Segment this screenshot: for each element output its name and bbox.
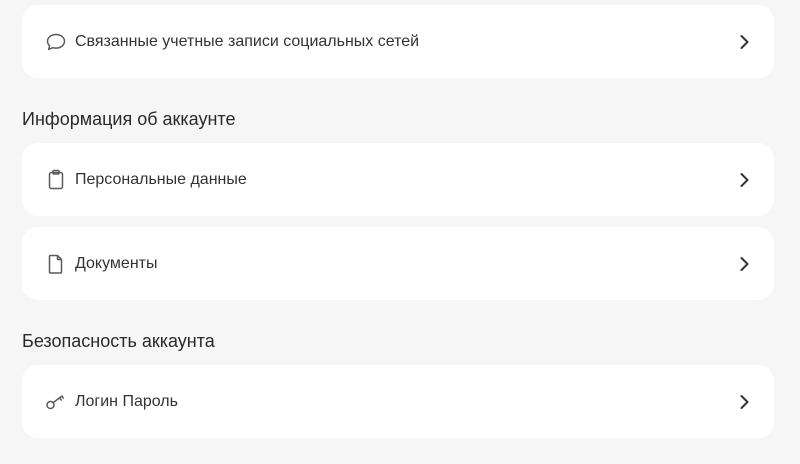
login-password-label: Логин Пароль [75, 392, 178, 410]
chevron-right-icon [736, 256, 752, 272]
document-icon [45, 253, 67, 275]
documents-row[interactable]: Документы [22, 227, 774, 300]
section-title-account-info: Информация об аккаунте [22, 109, 236, 129]
documents-label: Документы [75, 254, 158, 272]
login-password-row[interactable]: Логин Пароль [22, 365, 774, 438]
chevron-right-icon [736, 34, 752, 50]
key-icon [45, 391, 67, 413]
social-accounts-label: Связанные учетные записи социальных сете… [75, 32, 420, 50]
social-accounts-row[interactable]: Связанные учетные записи социальных сете… [22, 5, 774, 78]
section-title-account-security: Безопасность аккаунта [22, 331, 215, 351]
clipboard-icon [45, 169, 67, 191]
chat-bubble-icon [45, 31, 67, 53]
chevron-right-icon [736, 172, 752, 188]
personal-data-label: Персональные данные [75, 170, 247, 188]
personal-data-row[interactable]: Персональные данные [22, 143, 774, 216]
chevron-right-icon [736, 394, 752, 410]
